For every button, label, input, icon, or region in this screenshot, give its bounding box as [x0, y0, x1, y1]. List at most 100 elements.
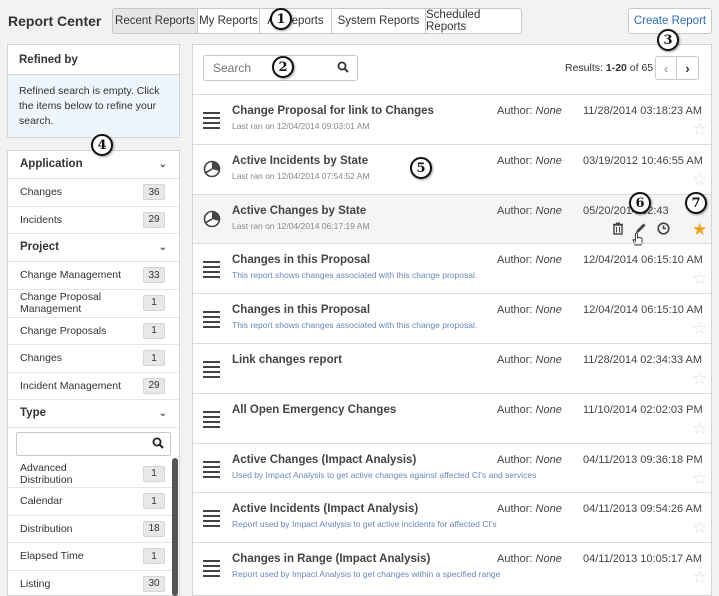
facet-item-label: Change Proposal Management — [20, 291, 102, 315]
report-name[interactable]: Changes in this Proposal — [232, 254, 370, 266]
tab-system-reports[interactable]: System Reports — [332, 8, 426, 34]
report-author: Author: None — [497, 354, 562, 366]
search-icon[interactable] — [152, 437, 164, 452]
report-name[interactable]: Changes in Range (Impact Analysis) — [232, 553, 430, 565]
facet-item[interactable]: Change Proposals 1 — [8, 318, 179, 345]
chevron-down-icon[interactable]: ⌄ — [159, 242, 167, 253]
prev-page-button[interactable]: ‹ — [655, 56, 677, 80]
star-icon[interactable]: ☆ — [692, 519, 707, 536]
chevron-down-icon[interactable]: ⌄ — [159, 159, 167, 170]
facet-group-project[interactable]: Project ⌄ — [8, 234, 179, 262]
report-row[interactable]: Link changes report Author: None 11/28/201… — [193, 342, 711, 393]
report-tabs: Recent Reports My Reports All Reports Syste… — [112, 8, 522, 34]
report-date: 04/11/2013 09:54:26 AM — [583, 503, 703, 516]
search-icon[interactable] — [337, 61, 349, 76]
report-row[interactable]: All Open Emergency Changes Author: None 11… — [193, 392, 711, 443]
report-date: 12/04/2014 06:15:10 AM — [583, 304, 703, 317]
facet-item[interactable]: Change Proposal Management 1 — [8, 290, 179, 318]
facet-group-type[interactable]: Type ⌄ — [8, 400, 179, 428]
star-icon[interactable]: ☆ — [692, 420, 707, 437]
tab-recent-reports[interactable]: Recent Reports — [112, 8, 198, 34]
facet-item[interactable]: Change Management 33 — [8, 262, 179, 290]
delete-icon[interactable] — [612, 222, 624, 238]
facet-item[interactable]: Calendar 1 — [8, 488, 179, 516]
list-report-icon — [203, 410, 221, 429]
facet-panel: Application ⌄ Changes 36 Incidents 29 Project ⌄… — [7, 150, 180, 596]
type-filter-input[interactable] — [16, 432, 171, 456]
facet-count-badge: 1 — [143, 465, 165, 482]
refine-panel: Refined by Refined search is empty. Clic… — [7, 44, 180, 138]
facet-item[interactable]: Incidents 29 — [8, 207, 179, 234]
facet-scrollbar[interactable] — [172, 458, 178, 596]
facet-item[interactable]: Changes 1 — [8, 345, 179, 373]
report-date: 12/04/2014 06:15:10 AM — [583, 254, 703, 267]
facet-count-badge: 33 — [143, 267, 165, 284]
results-count: Results: 1-20 of 65 — [565, 62, 654, 74]
facet-item[interactable]: Advanced Distribution 1 — [8, 460, 179, 488]
report-name[interactable]: Active Changes by State — [232, 205, 366, 217]
report-row[interactable]: Changes in this Proposal This report show… — [193, 243, 711, 293]
facet-item-label: Calendar — [20, 495, 63, 508]
last-ran-text: Last ran on 12/04/2014 06:17:19 AM — [232, 220, 370, 231]
chevron-down-icon[interactable]: ⌄ — [159, 408, 167, 419]
author-label: Author: — [497, 503, 536, 516]
facet-item-label: Incident Management — [20, 379, 121, 392]
report-date: 11/28/2014 03:18:23 AM — [583, 105, 703, 117]
facet-count-badge: 1 — [143, 548, 165, 565]
facet-item[interactable]: Elapsed Time 1 — [8, 543, 179, 571]
author-label: Author: — [497, 304, 536, 317]
report-row[interactable]: Changes in Range (Impact Analysis) Report… — [193, 542, 711, 592]
report-author: Author: None — [497, 155, 562, 167]
top-bar: Report Center Recent Reports My Reports Al… — [0, 0, 719, 44]
facet-group-application[interactable]: Application ⌄ — [8, 151, 179, 179]
report-name[interactable]: Active Changes (Impact Analysis) — [232, 454, 416, 466]
report-row[interactable]: Active Changes (Impact Analysis) Used by … — [193, 442, 711, 493]
report-name[interactable]: Link changes report — [232, 354, 342, 366]
facet-item[interactable]: Listing 30 — [8, 571, 179, 596]
facet-count-badge: 29 — [143, 377, 165, 394]
report-description: This report shows changes associated wit… — [232, 320, 478, 331]
favorite-star-icon[interactable]: ★ — [692, 221, 707, 238]
report-name[interactable]: Change Proposal for link to Changes — [232, 105, 434, 117]
report-row[interactable]: Active Incidents (Impact Analysis) Report… — [193, 492, 711, 542]
report-row[interactable]: Active Incidents by State Last ran on 12/… — [193, 143, 711, 194]
schedule-clock-icon[interactable] — [657, 221, 670, 238]
list-report-icon — [203, 112, 221, 130]
facet-count-badge: 1 — [143, 493, 165, 510]
facet-count-badge: 18 — [143, 520, 165, 537]
report-row[interactable]: Change Proposal for link to Changes Last … — [193, 94, 711, 144]
report-name[interactable]: Active Incidents (Impact Analysis) — [232, 503, 418, 515]
pie-chart-icon — [203, 210, 221, 228]
report-list-panel: Results: 1-20 of 65 ‹ › Change Proposal … — [192, 44, 712, 596]
callout-5: 5 — [410, 157, 432, 179]
author-value: None — [535, 503, 562, 516]
author-label: Author: — [497, 204, 536, 217]
tab-scheduled-reports[interactable]: Scheduled Reports — [426, 8, 522, 34]
refine-empty-message: Refined search is empty. Click the items… — [8, 75, 179, 137]
facet-item-label: Incidents — [20, 213, 63, 226]
star-icon[interactable]: ☆ — [692, 121, 707, 138]
star-icon[interactable]: ☆ — [692, 569, 707, 586]
tab-my-reports[interactable]: My Reports — [198, 8, 260, 34]
report-name[interactable]: All Open Emergency Changes — [232, 404, 396, 416]
report-name[interactable]: Active Incidents by State — [232, 155, 368, 167]
report-author: Author: None — [497, 553, 562, 565]
facet-item[interactable]: Changes 36 — [8, 179, 179, 207]
star-icon[interactable]: ☆ — [692, 470, 707, 487]
star-icon[interactable]: ☆ — [692, 270, 707, 287]
star-icon[interactable]: ☆ — [692, 171, 707, 188]
author-label: Author: — [497, 254, 536, 267]
callout-4: 4 — [91, 134, 113, 156]
report-author: Author: None — [497, 105, 562, 117]
report-row[interactable]: Changes in this Proposal This report show… — [193, 293, 711, 343]
star-icon[interactable]: ☆ — [692, 370, 707, 387]
report-name[interactable]: Changes in this Proposal — [232, 304, 370, 316]
facet-item[interactable]: Distribution 18 — [8, 516, 179, 543]
next-page-button[interactable]: › — [677, 56, 699, 80]
report-date: 11/10/2014 02:02:03 PM — [583, 403, 703, 416]
author-value: None — [535, 254, 562, 267]
report-description: Report used by Impact Analysis to get ch… — [232, 569, 501, 580]
facet-item[interactable]: Incident Management 29 — [8, 373, 179, 400]
star-icon[interactable]: ☆ — [692, 320, 707, 337]
facet-count-badge: 1 — [143, 295, 165, 311]
